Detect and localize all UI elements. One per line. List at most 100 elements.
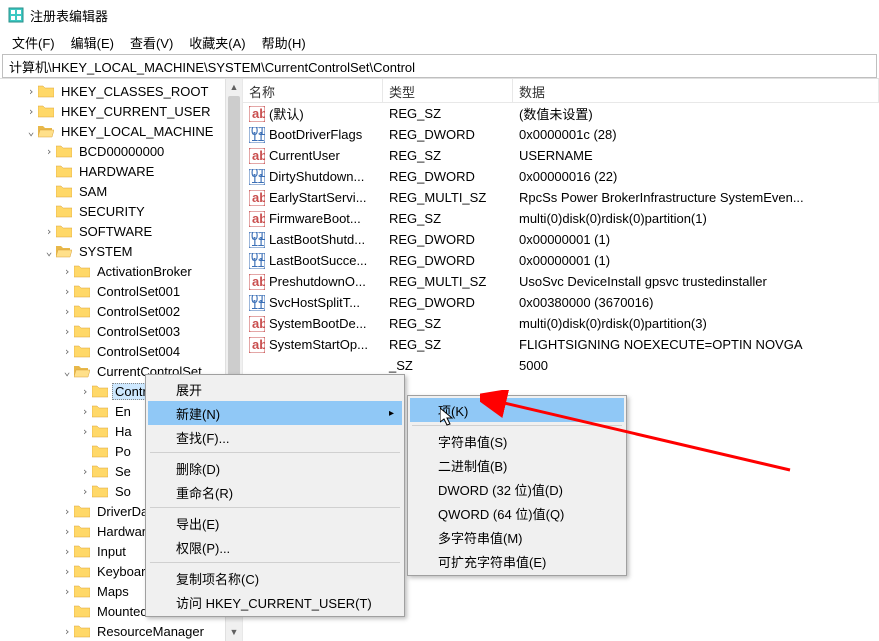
expand-icon[interactable]: ›: [60, 305, 74, 318]
listview-row[interactable]: (默认)REG_SZ(数值未设置): [243, 103, 879, 124]
expand-icon[interactable]: ›: [60, 285, 74, 298]
menu-separator: [150, 562, 400, 563]
string-value-icon: [249, 211, 265, 227]
expand-icon[interactable]: ›: [42, 145, 56, 158]
tree-label: SYSTEM: [76, 243, 135, 260]
menu-item[interactable]: 访问 HKEY_CURRENT_USER(T): [148, 590, 402, 614]
value-data: 5000: [513, 357, 879, 374]
tree-item[interactable]: ›BCD00000000: [0, 141, 242, 161]
string-value-icon: [249, 274, 265, 290]
value-data: USERNAME: [513, 147, 879, 164]
expand-icon[interactable]: ›: [60, 525, 74, 538]
expand-icon[interactable]: ›: [60, 345, 74, 358]
expand-icon[interactable]: ›: [60, 565, 74, 578]
value-type: REG_DWORD: [383, 168, 513, 185]
collapse-icon[interactable]: ⌄: [60, 365, 74, 378]
collapse-icon[interactable]: ⌄: [24, 125, 38, 138]
collapse-icon[interactable]: ⌄: [42, 245, 56, 258]
col-header-name[interactable]: 名称: [243, 79, 383, 102]
tree-item[interactable]: HARDWARE: [0, 161, 242, 181]
menu-item[interactable]: 删除(D): [148, 456, 402, 480]
menu-item[interactable]: 新建(N): [148, 401, 402, 425]
listview-row[interactable]: PreshutdownO...REG_MULTI_SZUsoSvc Device…: [243, 271, 879, 292]
string-value-icon: [249, 106, 265, 122]
expand-icon[interactable]: ›: [42, 225, 56, 238]
tree-item[interactable]: › ControlSet004: [0, 341, 242, 361]
tree-item[interactable]: ›ControlSet002: [0, 301, 242, 321]
tree-item[interactable]: ›ControlSet001: [0, 281, 242, 301]
expand-icon[interactable]: ›: [78, 405, 92, 418]
listview-row[interactable]: FirmwareBoot...REG_SZmulti(0)disk(0)rdis…: [243, 208, 879, 229]
tree-item[interactable]: ⌄ SYSTEM: [0, 241, 242, 261]
value-name: EarlyStartServi...: [269, 190, 367, 205]
expand-icon[interactable]: ›: [60, 585, 74, 598]
menu-item[interactable]: 字符串值(S): [410, 429, 624, 453]
col-header-type[interactable]: 类型: [383, 79, 513, 102]
menu-item[interactable]: 重命名(R): [148, 480, 402, 504]
scroll-up-arrow[interactable]: ▲: [226, 79, 242, 96]
listview-row[interactable]: DirtyShutdown...REG_DWORD0x00000016 (22): [243, 166, 879, 187]
value-name: PreshutdownO...: [269, 274, 366, 289]
listview-row[interactable]: SystemBootDe...REG_SZmulti(0)disk(0)rdis…: [243, 313, 879, 334]
expand-icon[interactable]: ›: [78, 385, 92, 398]
expand-icon[interactable]: ›: [60, 545, 74, 558]
menu-help[interactable]: 帮助(H): [256, 31, 312, 54]
menu-file[interactable]: 文件(F): [6, 31, 61, 54]
value-data: FLIGHTSIGNING NOEXECUTE=OPTIN NOVGA: [513, 336, 879, 353]
menu-view[interactable]: 查看(V): [124, 31, 179, 54]
menu-item[interactable]: 展开: [148, 377, 402, 401]
tree-item[interactable]: ›ActivationBroker: [0, 261, 242, 281]
value-name: SystemStartOp...: [269, 337, 368, 352]
listview-row[interactable]: EarlyStartServi...REG_MULTI_SZRpcSs Powe…: [243, 187, 879, 208]
menu-edit[interactable]: 编辑(E): [65, 31, 120, 54]
window-title: 注册表编辑器: [30, 6, 108, 25]
expand-icon[interactable]: ›: [60, 505, 74, 518]
menu-item[interactable]: DWORD (32 位)值(D): [410, 477, 624, 501]
listview-row[interactable]: BootDriverFlagsREG_DWORD0x0000001c (28): [243, 124, 879, 145]
expand-icon[interactable]: ›: [60, 325, 74, 338]
scroll-thumb[interactable]: [228, 96, 240, 416]
value-data: (数值未设置): [513, 103, 879, 124]
value-type: _SZ: [383, 357, 513, 374]
binary-value-icon: [249, 232, 265, 248]
menubar: 文件(F) 编辑(E) 查看(V) 收藏夹(A) 帮助(H): [0, 30, 879, 54]
expand-icon[interactable]: ›: [78, 425, 92, 438]
menu-item[interactable]: 可扩充字符串值(E): [410, 549, 624, 573]
tree-label: SOFTWARE: [76, 223, 155, 240]
col-header-data[interactable]: 数据: [513, 79, 879, 102]
menu-item[interactable]: 查找(F)...: [148, 425, 402, 449]
tree-item[interactable]: ›HKEY_CLASSES_ROOT: [0, 81, 242, 101]
tree-item[interactable]: ›ResourceManager: [0, 621, 242, 641]
expand-icon[interactable]: ›: [60, 625, 74, 638]
tree-item[interactable]: ⌄HKEY_LOCAL_MACHINE: [0, 121, 242, 141]
tree-label: HKEY_CURRENT_USER: [58, 103, 214, 120]
listview-row[interactable]: LastBootSucce...REG_DWORD0x00000001 (1): [243, 250, 879, 271]
listview-row[interactable]: _SZ5000: [243, 355, 879, 376]
menu-item[interactable]: 导出(E): [148, 511, 402, 535]
tree-item[interactable]: ›ControlSet003: [0, 321, 242, 341]
expand-icon[interactable]: ›: [78, 485, 92, 498]
scroll-down-arrow[interactable]: ▼: [226, 624, 242, 641]
listview-row[interactable]: CurrentUserREG_SZUSERNAME: [243, 145, 879, 166]
listview-row[interactable]: SystemStartOp...REG_SZ FLIGHTSIGNING NOE…: [243, 334, 879, 355]
expand-icon[interactable]: ›: [24, 85, 38, 98]
listview-row[interactable]: LastBootShutd...REG_DWORD0x00000001 (1): [243, 229, 879, 250]
tree-item[interactable]: SAM: [0, 181, 242, 201]
tree-item[interactable]: SECURITY: [0, 201, 242, 221]
menu-item[interactable]: 二进制值(B): [410, 453, 624, 477]
expand-icon[interactable]: ›: [60, 265, 74, 278]
menu-item[interactable]: 多字符串值(M): [410, 525, 624, 549]
tree-item[interactable]: › HKEY_CURRENT_USER: [0, 101, 242, 121]
tree-label: So: [112, 483, 134, 500]
menu-item[interactable]: 权限(P)...: [148, 535, 402, 559]
menu-item[interactable]: QWORD (64 位)值(Q): [410, 501, 624, 525]
listview-row[interactable]: SvcHostSplitT...REG_DWORD0x00380000 (367…: [243, 292, 879, 313]
menu-favorites[interactable]: 收藏夹(A): [183, 31, 251, 54]
tree-label: SECURITY: [76, 203, 148, 220]
tree-item[interactable]: › SOFTWARE: [0, 221, 242, 241]
address-bar[interactable]: 计算机\HKEY_LOCAL_MACHINE\SYSTEM\CurrentCon…: [2, 54, 877, 78]
menu-item[interactable]: 复制项名称(C): [148, 566, 402, 590]
expand-icon[interactable]: ›: [78, 465, 92, 478]
expand-icon[interactable]: ›: [24, 105, 38, 118]
tree-label: ControlSet004: [94, 343, 183, 360]
